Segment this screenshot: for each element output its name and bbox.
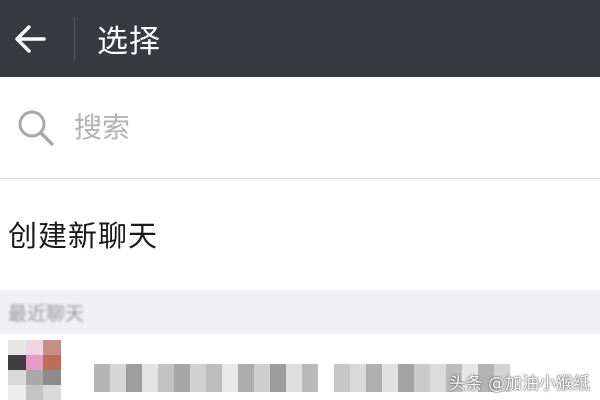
arrow-left-icon bbox=[15, 24, 46, 53]
search-input[interactable] bbox=[74, 111, 554, 144]
back-button[interactable] bbox=[0, 0, 60, 77]
blurred-chat-name bbox=[94, 364, 510, 392]
recent-chats-label: 最近聊天 bbox=[8, 302, 85, 325]
top-bar: 选择 bbox=[0, 0, 600, 77]
create-new-chat-item[interactable]: 创建新聊天 bbox=[0, 179, 600, 289]
create-new-chat-label: 创建新聊天 bbox=[8, 219, 159, 253]
search-bar bbox=[0, 77, 600, 179]
avatar bbox=[8, 340, 78, 400]
header-divider bbox=[74, 16, 75, 61]
search-icon bbox=[16, 108, 56, 148]
recent-chats-header: 最近聊天 bbox=[0, 290, 600, 334]
select-screen: 选择 创建新聊天 最近聊天 头条 bbox=[0, 0, 600, 400]
chat-list-item[interactable]: 头条 @加油小猴纸 bbox=[0, 334, 600, 400]
watermark: 头条 @加油小猴纸 bbox=[448, 374, 590, 394]
page-title: 选择 bbox=[97, 24, 161, 60]
